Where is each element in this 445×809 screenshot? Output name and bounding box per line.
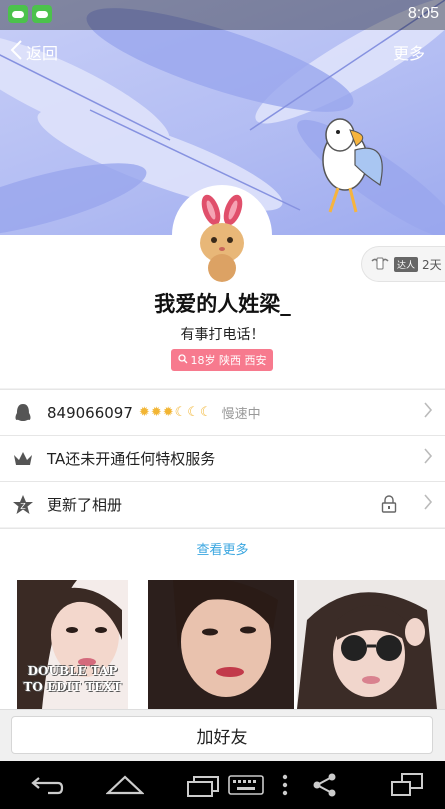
photo-caption: DOUBLE TAP TO EDIT TEXT <box>23 664 122 694</box>
add-friend-button[interactable]: 加好友 <box>11 716 433 754</box>
share-icon[interactable] <box>312 773 338 797</box>
moon-icon: ☾ <box>187 405 199 420</box>
signature: 有事打电话！ <box>180 327 265 343</box>
moon-icon: ☾ <box>199 405 212 420</box>
home-nav-icon[interactable] <box>105 773 145 797</box>
qq-number: 849066097 <box>47 403 133 422</box>
expert-days: 2天 <box>422 257 442 272</box>
avatar[interactable] <box>172 185 272 285</box>
sun-icon: ✹ <box>162 405 174 420</box>
moon-icon: ☾ <box>174 405 187 420</box>
online-status: 慢速中 <box>221 407 261 422</box>
game-controller-icon <box>32 5 52 23</box>
album-row[interactable]: Z 更新了相册 <box>0 481 445 527</box>
overflow-menu-icon[interactable] <box>280 773 290 797</box>
sun-icon: ✹ <box>150 405 162 420</box>
expert-badge[interactable]: 达人 2天 <box>361 246 445 282</box>
more-button[interactable]: 更多 <box>393 40 425 64</box>
chevron-right-icon <box>423 446 433 470</box>
back-button[interactable]: 返回 <box>10 40 58 64</box>
recent-apps-icon[interactable] <box>186 773 222 797</box>
keyboard-icon[interactable] <box>228 773 264 797</box>
photo-thumbnail[interactable] <box>297 580 445 709</box>
svg-text:Z: Z <box>20 502 26 511</box>
see-more-link[interactable]: 查看更多 <box>0 528 445 572</box>
expert-tag: 达人 <box>394 256 419 272</box>
chevron-right-icon <box>423 492 433 516</box>
privilege-row[interactable]: TA还未开通任何特权服务 <box>0 435 445 481</box>
info-tag-text: 18岁 陕西 西安 <box>190 354 267 367</box>
info-tag: 18岁 陕西 西安 <box>171 349 273 371</box>
photo-strip: DOUBLE TAP TO EDIT TEXT <box>0 572 445 709</box>
back-nav-icon[interactable] <box>28 773 64 797</box>
game-controller-icon <box>8 5 28 23</box>
penguin-icon <box>12 402 34 424</box>
status-bar: 8:05 <box>0 0 445 30</box>
qq-number-row[interactable]: 849066097 ✹ ✹ ✹ ☾ ☾ ☾ 慢速中 <box>0 389 445 435</box>
user-icon <box>177 353 188 367</box>
sun-icon: ✹ <box>138 405 150 420</box>
chevron-right-icon <box>423 400 433 424</box>
chevron-left-icon <box>10 39 22 65</box>
album-label: 更新了相册 <box>47 496 123 514</box>
phone-wings-icon <box>370 255 390 274</box>
action-bar: 加好友 <box>0 709 445 761</box>
privilege-label: TA还未开通任何特权服务 <box>47 450 216 468</box>
status-time: 8:05 <box>407 5 439 22</box>
photo-thumbnail[interactable] <box>148 580 294 709</box>
crown-icon <box>12 448 34 470</box>
back-label: 返回 <box>26 44 59 63</box>
screen-mirror-icon[interactable] <box>390 773 424 797</box>
system-navigation-bar <box>0 761 445 809</box>
star-icon: Z <box>12 494 34 516</box>
level-icons: ✹ ✹ ✹ ☾ ☾ ☾ <box>139 405 212 420</box>
photo-thumbnail[interactable]: DOUBLE TAP TO EDIT TEXT <box>17 580 128 709</box>
lock-icon <box>381 495 397 513</box>
nickname: 我爱的人姓梁_ <box>154 292 291 316</box>
